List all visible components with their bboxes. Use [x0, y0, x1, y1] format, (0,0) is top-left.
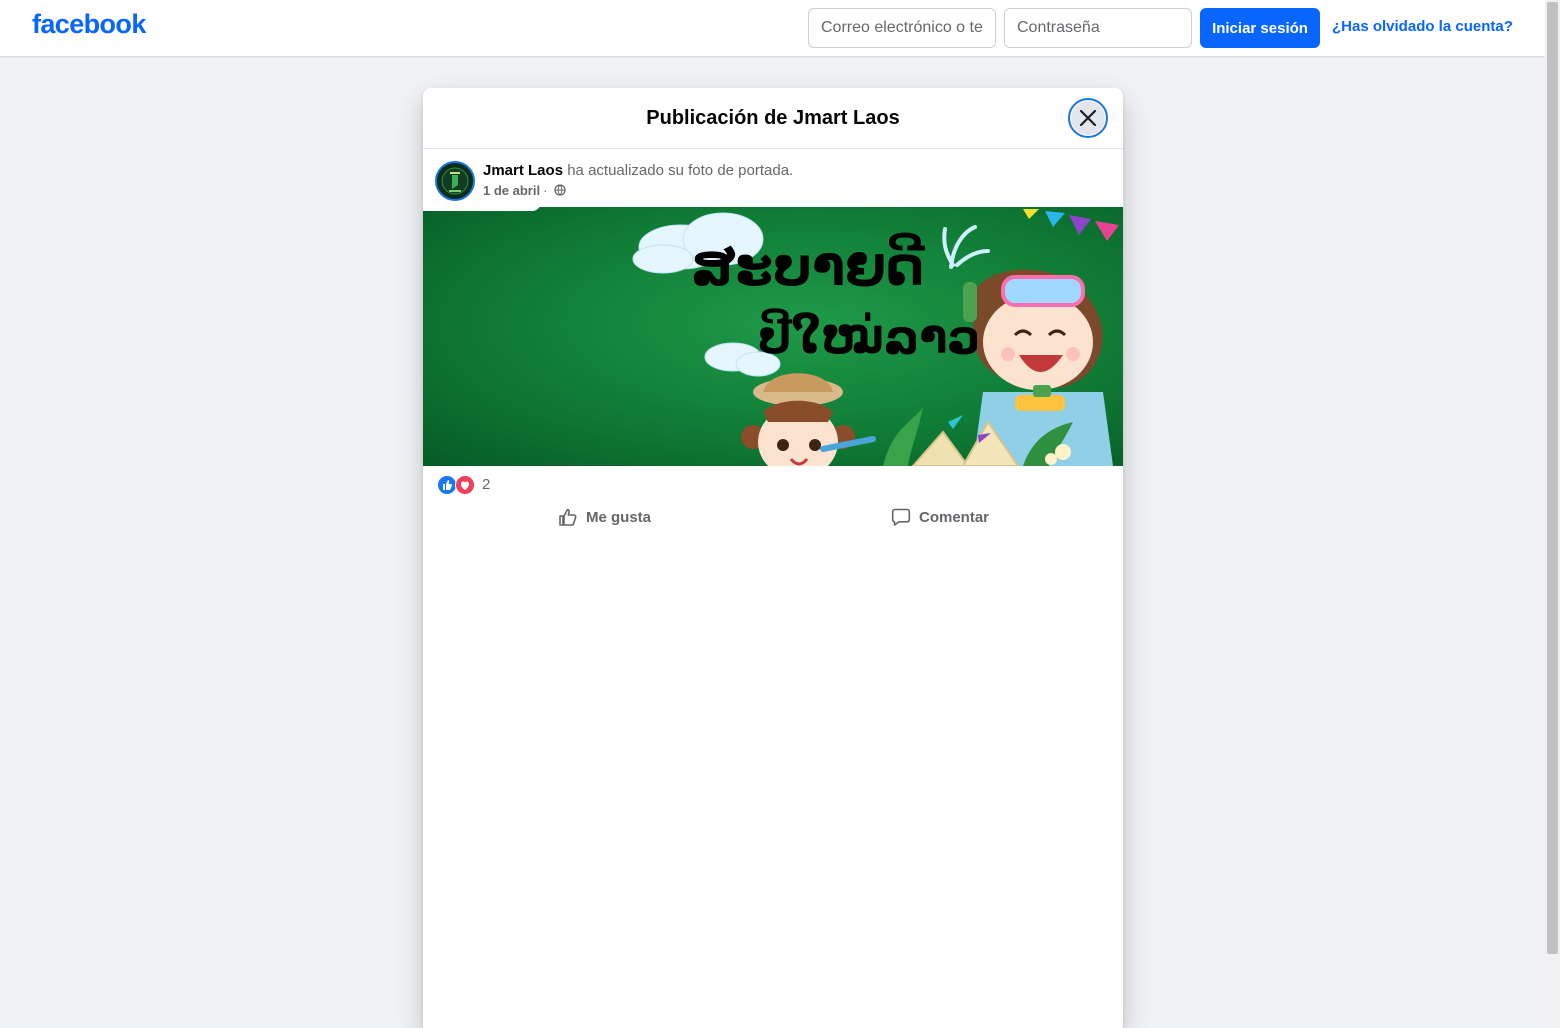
meta-separator: · — [543, 183, 548, 198]
dialog-title: Publicación de Jmart Laos — [646, 107, 900, 129]
cover-headline-line-1: ສະບາຍດີ — [691, 233, 925, 298]
thumbs-up-icon — [559, 508, 577, 526]
cover-photo[interactable]: ສະບາຍດີ ປີໃໝ່ລາວ — [423, 207, 1123, 466]
scrollbar-thumb[interactable] — [1547, 2, 1558, 954]
post-date[interactable]: 1 de abril — [483, 183, 540, 198]
email-field[interactable] — [808, 8, 996, 48]
love-reaction-icon — [455, 475, 475, 495]
comment-button[interactable]: Comentar — [891, 502, 989, 532]
top-navigation-bar: facebook Iniciar sesión ¿Has olvidado la… — [0, 0, 1545, 56]
author-name[interactable]: Jmart Laos — [483, 162, 563, 179]
post-author-line: Jmart Laos ha actualizado su foto de por… — [483, 162, 793, 179]
like-button[interactable]: Me gusta — [558, 502, 651, 532]
like-label: Me gusta — [586, 508, 652, 526]
comment-icon — [891, 508, 911, 526]
login-button[interactable]: Iniciar sesión — [1200, 8, 1320, 48]
globe-icon — [554, 184, 566, 196]
cover-edge-tab — [423, 202, 541, 211]
page-avatar[interactable] — [435, 161, 475, 201]
post-action-text: ha actualizado su foto de portada. — [567, 162, 794, 179]
close-icon — [1079, 109, 1097, 127]
post-dialog: Publicación de Jmart Laos Jmart Laos ha … — [423, 88, 1123, 1028]
dialog-header: Publicación de Jmart Laos — [423, 88, 1123, 149]
jmart-logo-icon — [437, 163, 473, 199]
password-field[interactable] — [1004, 8, 1192, 48]
close-button[interactable] — [1068, 98, 1108, 138]
forgot-account-link[interactable]: ¿Has olvidado la cuenta? — [1332, 18, 1513, 35]
reaction-count: 2 — [482, 476, 491, 493]
like-reaction-icon — [437, 475, 457, 495]
page-scrollbar[interactable] — [1545, 0, 1560, 1021]
facebook-logo[interactable]: facebook — [32, 9, 146, 40]
cover-headline-line-2: ປີໃໝ່ລາວ — [758, 308, 980, 364]
post-meta: 1 de abril · — [483, 183, 566, 198]
comment-label: Comentar — [919, 508, 990, 526]
